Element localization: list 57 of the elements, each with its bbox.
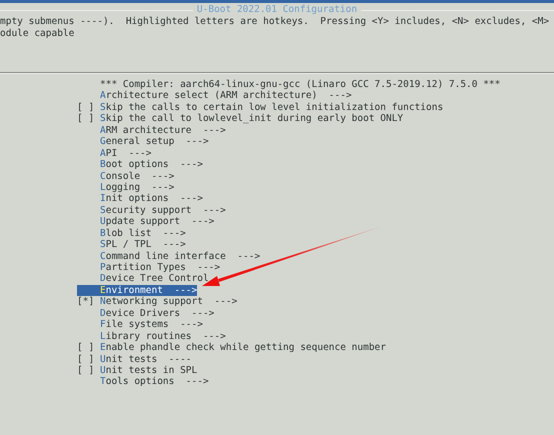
menu-item-label: Networking support --->	[100, 296, 238, 308]
menu-item-label: Skip the call to lowlevel_init during early boot ONLY	[100, 113, 404, 125]
menu-item[interactable]: Update support --->	[77, 216, 214, 228]
menu-item[interactable]: Logging --->	[77, 182, 174, 194]
menu-item[interactable]: Device Drivers --->	[77, 308, 214, 320]
checkbox[interactable]: [ ]	[77, 342, 100, 354]
menu-item-label: Console --->	[100, 170, 174, 182]
menu-item[interactable]: SPL / TPL --->	[77, 239, 186, 251]
menu-item-label: Device Tree Control	[100, 273, 209, 285]
window-title: U-Boot 2022.01 Configuration	[196, 4, 358, 16]
menu-item[interactable]: [ ] Unit tests in SPL	[77, 364, 198, 376]
checkbox[interactable]: [ ]	[77, 354, 100, 365]
menu-item[interactable]: Security support --->	[77, 204, 226, 216]
menu-item-label: Boot options --->	[100, 159, 203, 171]
menu-item-label: Security support --->	[100, 204, 226, 216]
menu-item-label: Unit tests ----	[100, 354, 192, 365]
menu-item-label: Enable phandle check while getting sequence number	[100, 342, 386, 354]
menu-item-label: Logging --->	[100, 182, 174, 194]
menu-item[interactable]: ARM architecture --->	[77, 124, 226, 136]
menu-item-label: SPL / TPL --->	[100, 239, 186, 251]
menu-item[interactable]: [ ] Skip the call to lowlevel_init during early boot ONLY	[77, 113, 404, 125]
menu-item[interactable]: Partition Types --->	[77, 262, 220, 274]
menu-item[interactable]: File systems --->	[77, 319, 203, 331]
menu-item-label: Skip the calls to certain low level initialization functions	[100, 102, 444, 114]
menu-item[interactable]: API --->	[77, 148, 152, 160]
menu-item-label: Unit tests in SPL	[100, 364, 198, 376]
menu-item[interactable]: [ ] Enable phandle check while getting sequence number	[77, 342, 386, 354]
menu-item-label: Library routines --->	[100, 330, 226, 342]
checkbox[interactable]: [ ]	[77, 113, 100, 125]
menu-item-label: Update support --->	[100, 216, 214, 228]
selected-menu-item[interactable]: Environment --->	[77, 284, 198, 296]
menu-item[interactable]: [ ] Unit tests ----	[77, 354, 192, 365]
menu-item-label: Init options --->	[100, 193, 203, 205]
menu-item[interactable]: Blob list --->	[77, 228, 186, 240]
checkbox[interactable]: [ ]	[77, 364, 100, 376]
menu-item-label: Environment --->	[100, 284, 198, 296]
menu-item[interactable]: Library routines --->	[77, 330, 226, 342]
menu-item[interactable]: General setup --->	[77, 136, 209, 148]
menu-item-label: API --->	[100, 148, 152, 160]
menu-item-label: ARM architecture --->	[100, 124, 226, 136]
checkbox[interactable]: [*]	[77, 296, 100, 308]
menu-item-label: Tools options --->	[100, 376, 209, 388]
menu-item-label: Partition Types --->	[100, 262, 220, 274]
menu-item-label: General setup --->	[100, 136, 209, 148]
menu-item[interactable]: Tools options --->	[77, 376, 209, 388]
help-text: odule capable	[0, 28, 74, 40]
menu-item[interactable]: [*] Networking support --->	[77, 296, 238, 308]
help-text: mpty submenus ----). Highlighted letters are hotkeys. Pressing <Y> includes, <N> excludes, <M>	[0, 16, 550, 28]
menu-item[interactable]: Console --->	[77, 170, 174, 182]
menu-item[interactable]: [ ] Skip the calls to certain low level initialization functions	[77, 102, 444, 114]
menu-item[interactable]: Device Tree Control	[77, 273, 209, 285]
checkbox[interactable]: [ ]	[77, 102, 100, 114]
menu-item-label: Device Drivers --->	[100, 308, 214, 320]
menu-item-label: Blob list --->	[100, 228, 186, 240]
menu-item[interactable]: Boot options --->	[77, 159, 203, 171]
menu-item[interactable]: Init options --->	[77, 193, 203, 205]
menu-item-label: File systems --->	[100, 319, 203, 331]
